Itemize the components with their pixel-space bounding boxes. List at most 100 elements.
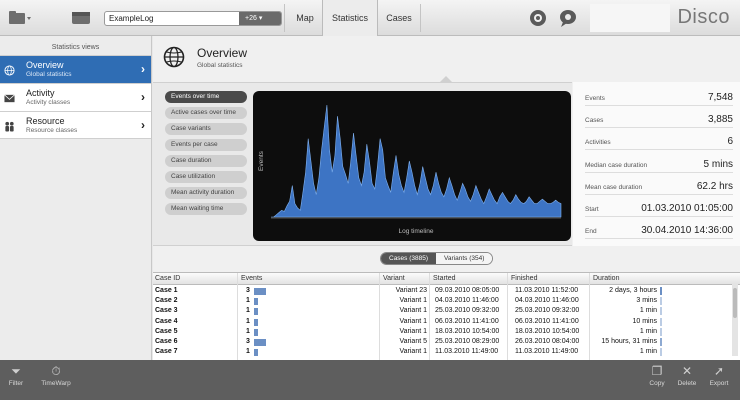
events-bar xyxy=(254,339,266,346)
tab-cases[interactable]: Cases xyxy=(378,0,420,36)
log-count-badge[interactable]: +26 ▾ xyxy=(239,12,281,25)
stat-label: Cases xyxy=(585,117,604,125)
events-bar xyxy=(254,298,258,306)
sidebar-item-title: Overview xyxy=(26,60,64,70)
chart-panel: Events over time Active cases over time Ca… xyxy=(153,82,572,246)
cell-variant: Variant 5 xyxy=(399,338,428,345)
filter-button[interactable]: ⏷ Filter xyxy=(0,364,32,387)
cell-events: 1 xyxy=(246,327,250,335)
sidebar-item-resource[interactable]: Resource Resource classes › xyxy=(0,111,151,139)
cell-duration: 2 days, 3 hours xyxy=(609,287,657,294)
delete-label: Delete xyxy=(677,380,697,387)
delete-button[interactable]: ✕ Delete xyxy=(671,364,703,387)
events-over-time-chart: Log timeline Events xyxy=(253,91,571,241)
chart-menu-item[interactable]: Mean activity duration xyxy=(165,187,247,199)
globe-icon xyxy=(4,65,15,76)
table-scrollbar[interactable] xyxy=(732,284,738,356)
stat-label: Median case duration xyxy=(585,161,648,169)
stat-value: 7,548 xyxy=(707,92,733,103)
cell-variant: Variant 23 xyxy=(395,287,427,294)
table-row[interactable]: Case 5 1 Variant 1 18.03.2010 10:54:00 18.03… xyxy=(153,327,733,337)
cell-finished: 18.03.2010 10:54:00 xyxy=(515,327,580,335)
cell-case-id: Case 5 xyxy=(155,327,178,335)
chart-menu-item[interactable]: Case utilization xyxy=(165,171,247,183)
cell-duration: 1 min xyxy=(639,327,657,335)
table-row[interactable]: Case 7 1 Variant 1 11.03.2010 11:49:00 11.03… xyxy=(153,347,733,357)
log-name: ExampleLog xyxy=(109,14,154,23)
cell-finished: 11.03.2010 11:49:00 xyxy=(515,348,579,356)
tab-cases-table[interactable]: Cases (3885) xyxy=(381,253,437,264)
cell-events: 1 xyxy=(246,297,250,305)
timewarp-label: TimeWarp xyxy=(41,380,71,387)
chart-menu-item[interactable]: Active cases over time xyxy=(165,107,247,119)
y-axis-label: Events xyxy=(258,150,265,171)
copy-icon: ❐ xyxy=(651,364,663,378)
filter-label: Filter xyxy=(8,380,24,387)
stat-value: 3,885 xyxy=(707,114,733,126)
copy-button[interactable]: ❐ Copy xyxy=(641,364,673,387)
duration-bar xyxy=(660,327,662,336)
column-header-started[interactable]: Started xyxy=(433,275,456,282)
cell-events: 1 xyxy=(246,348,250,356)
page-subtitle: Global statistics xyxy=(197,62,243,69)
cell-started: 04.03.2010 11:46:00 xyxy=(435,297,499,305)
cell-started: 11.03.2010 11:49:00 xyxy=(435,348,499,356)
chat-icon[interactable] xyxy=(558,8,578,28)
column-header-events[interactable]: Events xyxy=(241,275,262,282)
column-header-variant[interactable]: Variant xyxy=(383,275,405,282)
folder-open-icon[interactable] xyxy=(8,9,32,27)
cell-started: 06.03.2010 11:41:00 xyxy=(435,317,499,325)
table-header: Case ID Events Variant Started Finished … xyxy=(153,273,740,285)
sidebar-item-title: Resource xyxy=(26,116,65,126)
table-row[interactable]: Case 6 3 Variant 5 25.03.2010 08:29:00 26.03… xyxy=(153,337,733,347)
chart-menu-item[interactable]: Events over time xyxy=(165,91,247,103)
stat-row: Start 01.03.2010 01:05:00 xyxy=(585,195,733,217)
events-bar xyxy=(254,318,258,326)
globe-icon xyxy=(163,46,185,68)
events-bar xyxy=(254,349,258,357)
stat-row: Events 7,548 xyxy=(585,84,733,106)
table-tabs: Cases (3885) Variants (354) xyxy=(380,252,494,265)
chart-menu-item[interactable]: Events per case xyxy=(165,139,247,151)
x-axis-label: Log timeline xyxy=(398,228,433,235)
cell-duration: 1 min xyxy=(639,307,657,315)
chevron-right-icon: › xyxy=(141,62,145,76)
column-header-case-id[interactable]: Case ID xyxy=(155,275,180,282)
export-button[interactable]: ➚ Export xyxy=(703,364,735,387)
cell-started: 09.03.2010 08:05:00 xyxy=(435,287,500,294)
tab-map[interactable]: Map xyxy=(288,0,322,36)
column-header-duration[interactable]: Duration xyxy=(593,275,619,282)
table-row[interactable]: Case 4 1 Variant 1 06.03.2010 11:41:00 06.03… xyxy=(153,317,733,327)
cell-duration: 3 mins xyxy=(636,297,657,305)
table-row[interactable]: Case 1 3 Variant 23 09.03.2010 08:05:00 11.0… xyxy=(153,286,733,296)
tab-variants-table[interactable]: Variants (354) xyxy=(436,253,493,264)
table-row[interactable]: Case 2 1 Variant 1 04.03.2010 11:46:00 04.03… xyxy=(153,296,733,306)
settings-icon[interactable] xyxy=(528,8,548,28)
cell-case-id: Case 7 xyxy=(155,348,178,356)
bottom-toolbar: ⏷ Filter ⏱ TimeWarp ❐ Copy ✕ Delete ➚ Ex… xyxy=(0,360,740,400)
cell-started: 25.03.2010 09:32:00 xyxy=(435,307,500,315)
column-header-finished[interactable]: Finished xyxy=(511,275,537,282)
tab-statistics[interactable]: Statistics xyxy=(322,0,378,37)
cell-finished: 04.03.2010 11:46:00 xyxy=(515,297,579,305)
duration-bar xyxy=(660,317,662,326)
log-selector[interactable]: ExampleLog +26 ▾ xyxy=(104,11,282,26)
events-area-series xyxy=(271,104,562,218)
cell-events: 1 xyxy=(246,307,250,315)
sidebar-item-activity[interactable]: Activity Activity classes › xyxy=(0,83,151,111)
sidebar-item-overview[interactable]: Overview Global statistics › xyxy=(0,55,151,83)
stat-value: 5 mins xyxy=(703,158,733,170)
chart-menu-item[interactable]: Mean waiting time xyxy=(165,203,247,215)
envelope-icon xyxy=(4,94,15,103)
chart-menu-item[interactable]: Case variants xyxy=(165,123,247,135)
stat-value: 62.2 hrs xyxy=(696,180,733,192)
cell-case-id: Case 4 xyxy=(155,317,178,325)
archive-icon[interactable] xyxy=(70,9,94,27)
events-bar xyxy=(254,328,258,336)
stat-row: Cases 3,885 xyxy=(585,106,733,129)
chart-menu-item[interactable]: Case duration xyxy=(165,155,247,167)
table-row[interactable]: Case 3 1 Variant 1 25.03.2010 09:32:00 25.03… xyxy=(153,306,733,316)
cell-case-id: Case 6 xyxy=(155,338,178,345)
timewarp-button[interactable]: ⏱ TimeWarp xyxy=(34,364,78,387)
top-toolbar: ExampleLog +26 ▾ Map Statistics Cases Di… xyxy=(0,0,740,37)
